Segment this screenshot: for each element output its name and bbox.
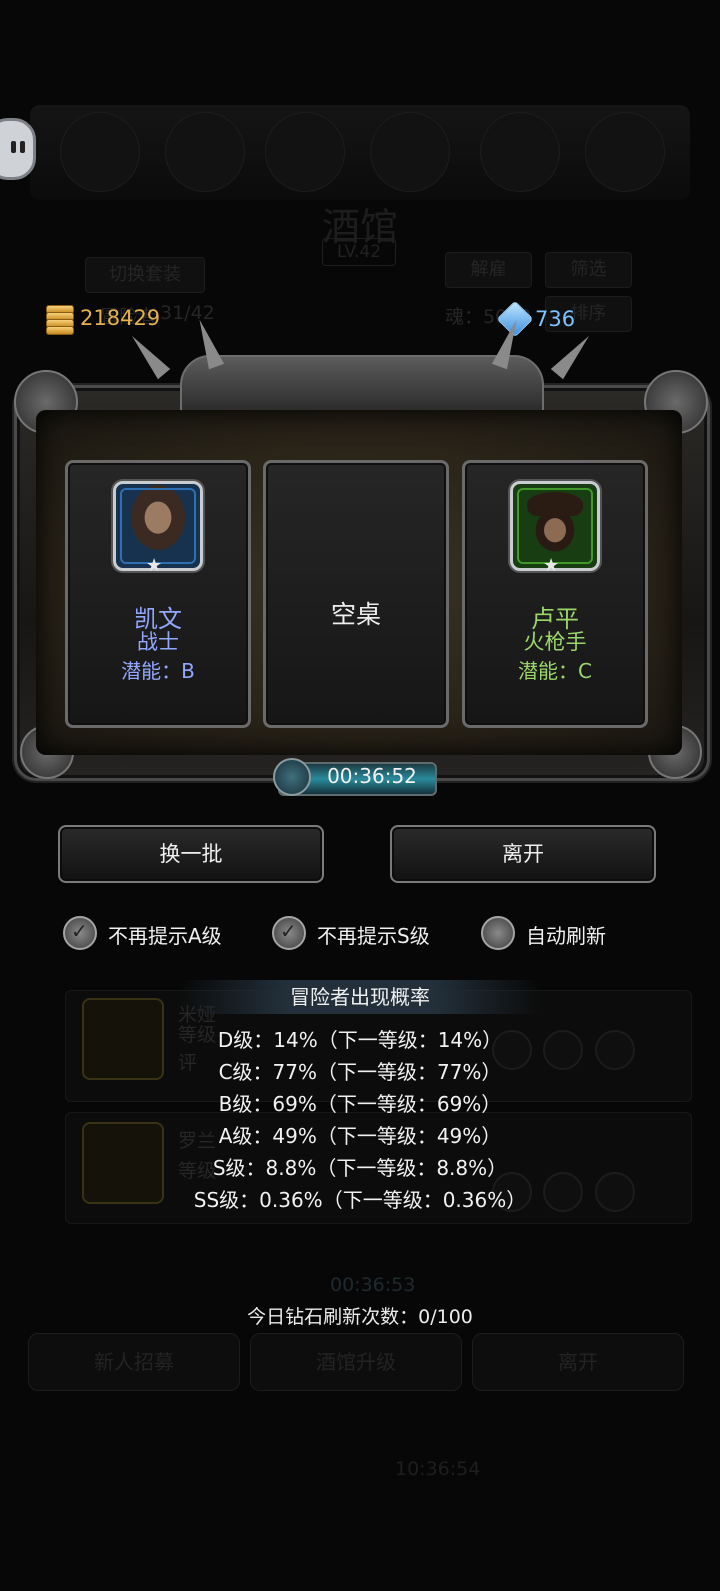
adventurer-class: 战士 [137,630,179,654]
bg-recruit-button: 新人招募 [28,1333,240,1391]
no-prompt-s-checkbox[interactable] [272,916,306,950]
no-prompt-a-checkbox[interactable] [63,916,97,950]
bg-clock: 10:36:54 [395,1458,481,1480]
adventurer-potential: 潜能：C [518,659,592,683]
auto-refresh-checkbox[interactable] [481,916,515,950]
rate-line-b: B级：69%（下一等级：69%） [218,1092,502,1116]
diamond-amount: 736 [535,307,576,331]
appearance-rate-title: 冒险者出现概率 [180,980,540,1014]
rate-line-ss: SS级：0.36%（下一等级：0.36%） [193,1188,527,1212]
bg-slot [265,112,345,192]
empty-table-card: 空桌 [263,460,449,728]
rate-line-s: S级：8.8%（下一等级：8.8%） [212,1156,508,1180]
auto-refresh-label: 自动刷新 [526,924,606,948]
rate-line-c: C级：77%（下一等级：77%） [218,1060,502,1084]
daily-diamond-refresh-count: 今日钻石刷新次数：0/100 [247,1306,473,1328]
no-prompt-a-label: 不再提示A级 [108,924,222,948]
bg-slot [480,112,560,192]
bg-slot [370,112,450,192]
star-icon: ★ [543,555,560,576]
bg-upgrade-button: 酒馆升级 [250,1333,462,1391]
floating-assistant-handle[interactable] [0,118,36,180]
adventurer-potential: 潜能：B [121,659,195,683]
bg-slot [585,112,665,192]
refresh-batch-button[interactable]: 换一批 [58,825,324,883]
rate-line-a: A级：49%（下一等级：49%） [218,1124,502,1148]
gold-amount: 218429 [80,306,161,330]
bg-slot [165,112,245,192]
clock-icon [273,758,311,796]
bg-slot [60,112,140,192]
leave-button[interactable]: 离开 [390,825,656,883]
adventurer-card-warrior[interactable]: ★ 凯文 战士 潜能：B [65,460,251,728]
gold-coin-icon [46,305,74,335]
bg-dismiss-button: 解雇 [445,252,532,288]
bg-leave-button: 离开 [472,1333,684,1391]
bg-filter-button: 筛选 [545,252,632,288]
bg-switch-outfit-button: 切换套装 [85,257,205,293]
bg-level-badge: LV.42 [322,238,396,266]
empty-table-label: 空桌 [330,600,381,629]
refresh-timer: 00:36:52 [327,764,417,788]
star-icon: ★ [146,555,163,576]
adventurer-class: 火枪手 [523,630,587,654]
adventurer-card-gunner[interactable]: ★ 卢平 火枪手 潜能：C [462,460,648,728]
no-prompt-s-label: 不再提示S级 [317,924,430,948]
bg-timer: 00:36:53 [330,1274,416,1296]
rate-line-d: D级：14%（下一等级：14%） [217,1028,503,1052]
